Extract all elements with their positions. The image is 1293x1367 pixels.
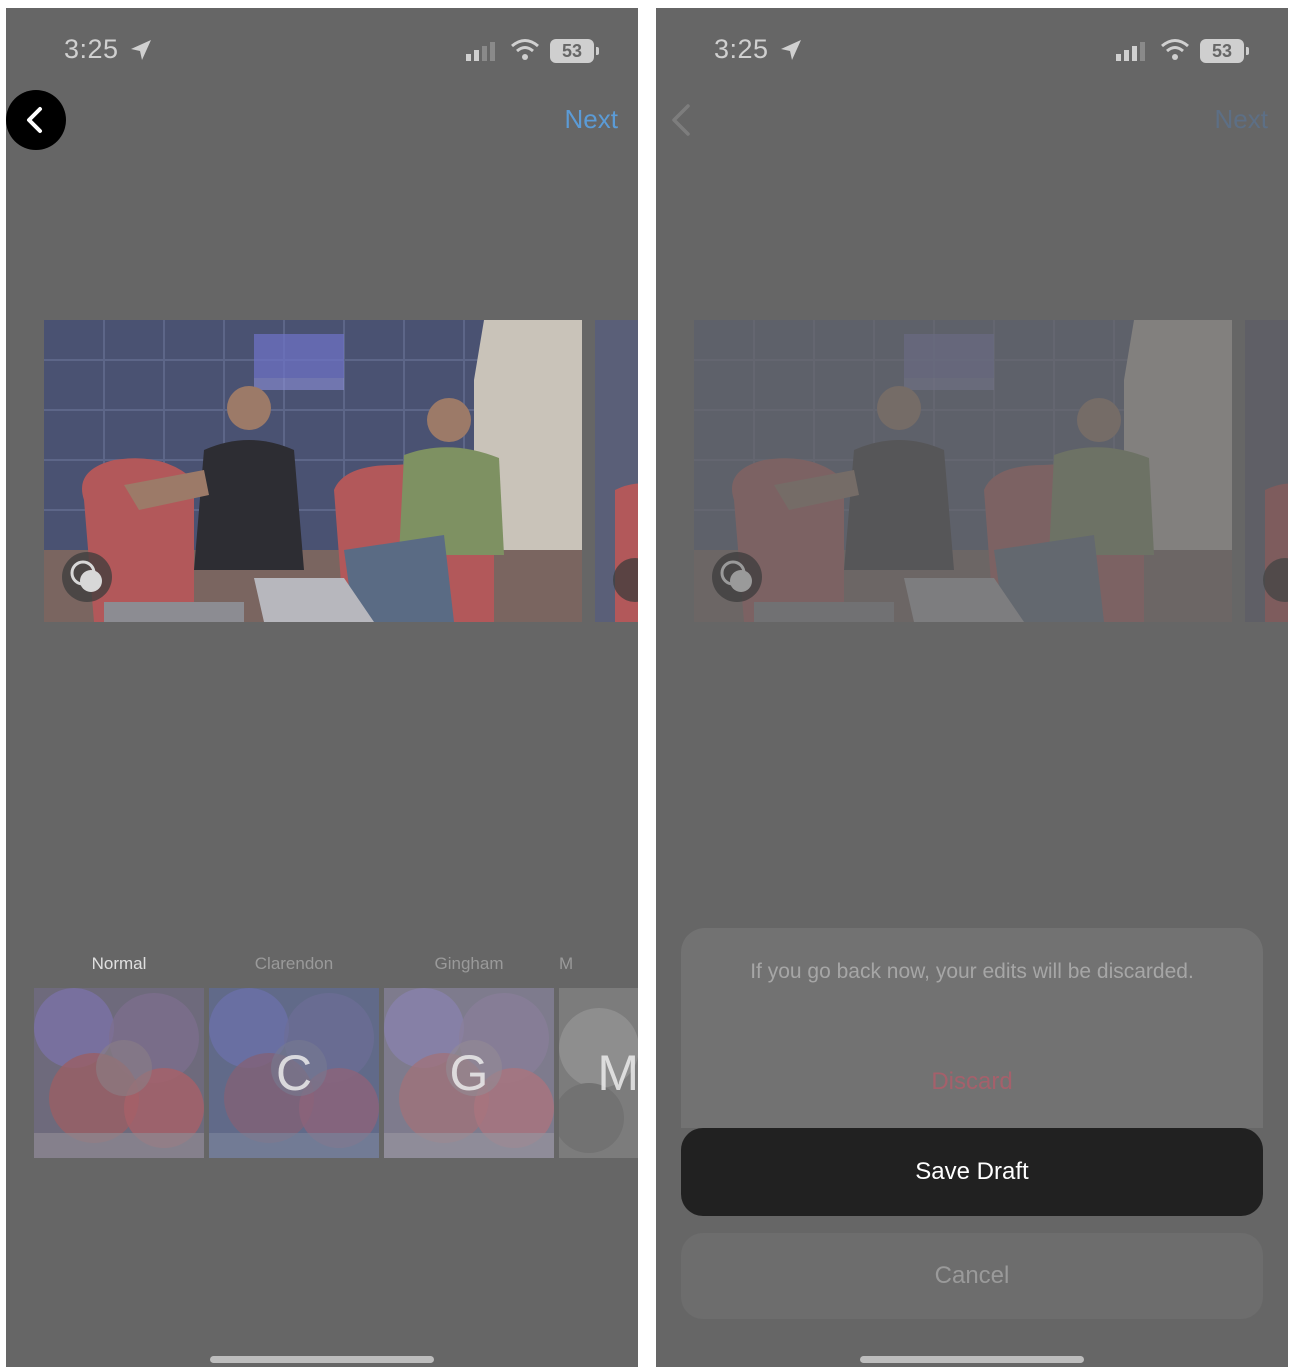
sheet-message: If you go back now, your edits will be d… xyxy=(750,960,1194,983)
battery-icon: 53 xyxy=(1200,39,1249,63)
filter-thumb-letter: G xyxy=(449,1045,489,1101)
filter-thumb-letter: M xyxy=(597,1045,638,1101)
phone-screen-left: 3:25 53 Next Normal Clarendon Gingham M … xyxy=(6,8,638,1367)
next-button[interactable]: Next xyxy=(565,104,618,135)
back-button[interactable] xyxy=(666,102,696,138)
next-button[interactable]: Next xyxy=(1215,104,1268,135)
signal-icon xyxy=(1116,42,1145,61)
status-time: 3:25 xyxy=(714,34,769,64)
status-time: 3:25 xyxy=(64,34,119,64)
location-arrow-icon xyxy=(781,40,801,60)
signal-icon xyxy=(466,42,495,61)
photo-preview xyxy=(694,320,1232,622)
battery-icon: 53 xyxy=(550,39,599,63)
photo-image xyxy=(595,320,638,622)
filter-thumb-image xyxy=(34,988,204,1158)
cancel-button[interactable]: Cancel xyxy=(681,1233,1263,1319)
wifi-icon xyxy=(511,39,539,60)
filter-thumb-clarendon[interactable]: C xyxy=(209,988,379,1158)
next-photo-preview xyxy=(1245,320,1288,622)
filter-label-clarendon: Clarendon xyxy=(254,954,334,973)
filter-thumb-letter: C xyxy=(275,1045,313,1101)
multi-select-icon xyxy=(712,552,762,602)
home-indicator[interactable] xyxy=(860,1356,1084,1363)
save-draft-button[interactable]: Save Draft xyxy=(681,1128,1263,1216)
chevron-left-icon xyxy=(27,107,42,133)
photo-image xyxy=(1245,320,1288,622)
wifi-icon xyxy=(1161,39,1189,60)
filter-thumb-m[interactable]: M xyxy=(559,988,638,1158)
filter-thumb-normal[interactable] xyxy=(34,988,204,1158)
filter-labels: Normal Clarendon Gingham M xyxy=(34,954,638,978)
filter-label-gingham: Gingham xyxy=(434,954,504,973)
filter-thumb-gingham[interactable]: G xyxy=(384,988,554,1158)
next-photo-preview[interactable] xyxy=(595,320,638,622)
discard-sheet: If you go back now, your edits will be d… xyxy=(681,928,1263,1128)
filter-label-normal: Normal xyxy=(91,954,147,973)
photo-preview[interactable] xyxy=(44,320,582,622)
filter-label-m: M xyxy=(559,954,574,973)
home-indicator[interactable] xyxy=(210,1356,434,1363)
discard-button[interactable]: Discard xyxy=(681,1068,1263,1096)
photo-image xyxy=(44,320,582,622)
status-bar: 3:25 53 xyxy=(6,8,638,98)
multi-select-icon[interactable] xyxy=(62,552,112,602)
phone-screen-right: 3:25 53 Next If you go back now, your ed… xyxy=(656,8,1288,1367)
back-button[interactable] xyxy=(6,90,66,150)
location-arrow-icon xyxy=(131,40,151,60)
status-bar: 3:25 53 xyxy=(656,8,1288,98)
